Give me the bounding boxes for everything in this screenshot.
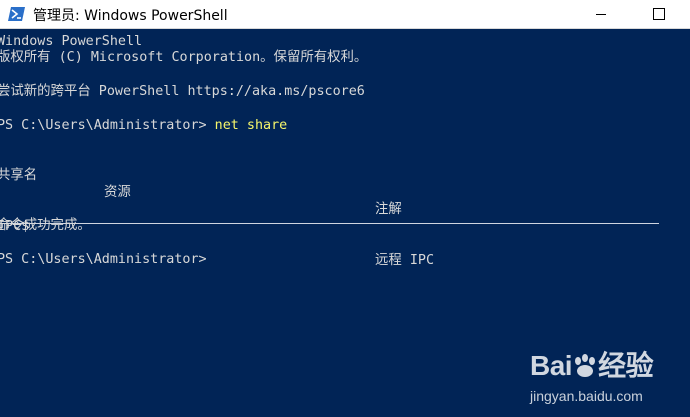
- watermark-logo-left: Bai: [530, 350, 573, 381]
- banner-line-1: Windows PowerShell: [0, 34, 143, 49]
- result-message: 命令成功完成。: [0, 218, 91, 233]
- minimize-button[interactable]: [578, 0, 624, 28]
- title-bar[interactable]: 管理员: Windows PowerShell: [0, 0, 690, 29]
- powershell-window: 管理员: Windows PowerShell Windows PowerShe…: [0, 0, 690, 417]
- prompt-line-2: PS C:\Users\Administrator>: [0, 252, 207, 267]
- prompt-text: PS C:\Users\Administrator>: [0, 118, 215, 133]
- banner-line-3: 尝试新的跨平台 PowerShell https://aka.ms/pscore…: [0, 84, 365, 99]
- prompt-line-1: PS C:\Users\Administrator> net share: [0, 117, 287, 134]
- maximize-icon: [653, 8, 665, 20]
- command-text: net share: [214, 118, 288, 133]
- watermark-logo: Bai 经验: [530, 344, 654, 384]
- remark-cell: 远程 IPC: [375, 253, 435, 268]
- window-title: 管理员: Windows PowerShell: [33, 8, 228, 24]
- watermark-logo-right: 经验: [598, 350, 654, 381]
- minimize-icon: [596, 14, 606, 15]
- powershell-icon: [8, 7, 25, 21]
- table-header-row: 共享名 资源 注解: [0, 150, 687, 217]
- table-header-resource: 资源: [104, 185, 131, 200]
- table-header-share-name: 共享名: [0, 168, 38, 183]
- watermark-site: jingyan.baidu.com: [530, 388, 643, 404]
- baidu-jingyan-watermark: Bai 经验 jingyan.baidu.com: [530, 344, 680, 412]
- maximize-button[interactable]: [636, 0, 682, 28]
- table-separator: [0, 223, 659, 224]
- paw-icon: [575, 354, 596, 377]
- banner-line-2: 版权所有 (C) Microsoft Corporation。保留所有权利。: [0, 50, 368, 65]
- table-row: IPC$ 远程 IPC: [0, 201, 687, 268]
